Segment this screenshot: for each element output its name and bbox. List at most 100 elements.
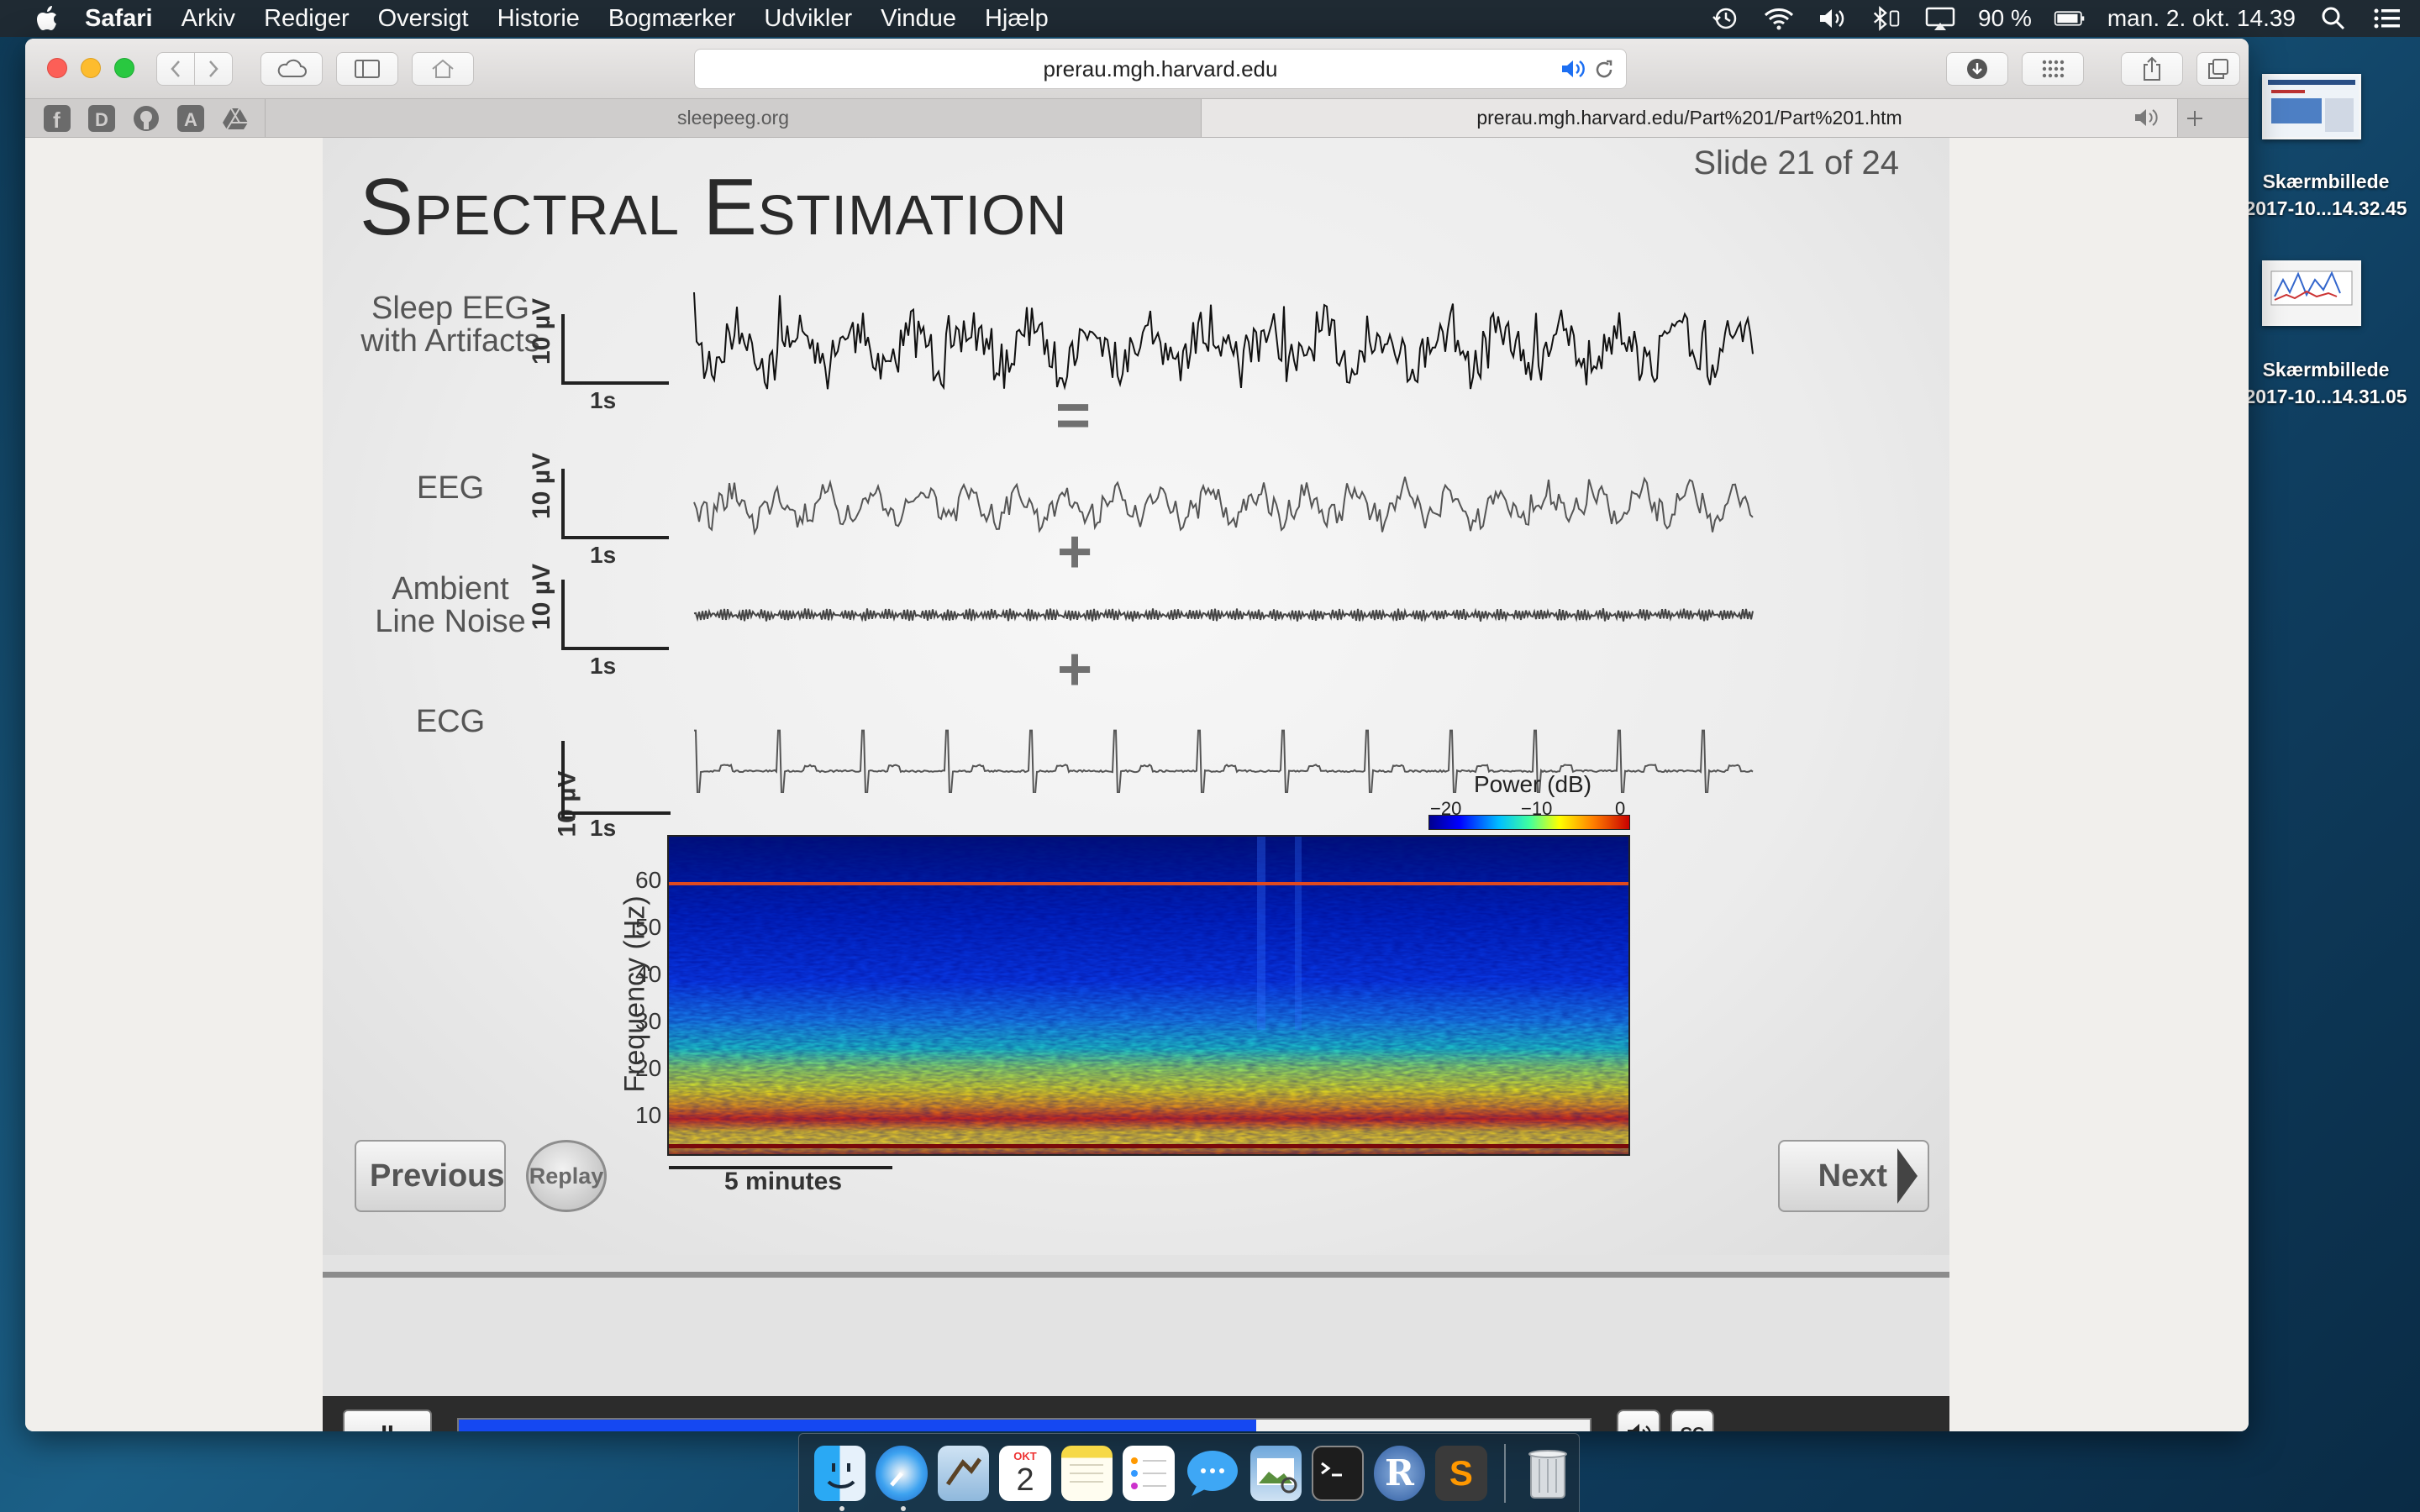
back-button[interactable] xyxy=(156,52,195,86)
ytick-50: 50 xyxy=(635,914,662,940)
trace-line-noise xyxy=(693,607,1754,622)
svg-text:A: A xyxy=(184,109,197,130)
menu-oversigt[interactable]: Oversigt xyxy=(364,0,483,37)
notification-center-icon[interactable] xyxy=(2371,6,2403,31)
colorbar xyxy=(1428,815,1630,830)
menu-app-name[interactable]: Safari xyxy=(71,0,167,37)
speaker-icon xyxy=(1628,1424,1651,1431)
new-tab-button[interactable] xyxy=(2177,99,2211,137)
terminal-icon[interactable] xyxy=(1312,1445,1364,1501)
ecg-scale-bar xyxy=(561,741,671,815)
menu-bar: Safari Arkiv Rediger Oversigt Historie B… xyxy=(0,0,2420,37)
safari-icon[interactable] xyxy=(876,1445,928,1511)
menubar-clock[interactable]: man. 2. okt. 14.39 xyxy=(2107,5,2296,32)
desktop-file-label-1[interactable]: Skærmbillede 2017-10...14.32.45 xyxy=(2232,168,2420,222)
cc-label: CC xyxy=(1681,1425,1705,1432)
a-icon[interactable]: A xyxy=(176,103,206,134)
show-all-tabs-button[interactable] xyxy=(2196,52,2240,86)
pause-button[interactable]: II xyxy=(343,1410,432,1431)
next-button[interactable]: Next xyxy=(1778,1140,1929,1212)
ytick-20: 20 xyxy=(635,1055,662,1081)
tab-prerau[interactable]: prerau.mgh.harvard.edu/Part%201/Part%201… xyxy=(1201,99,2177,137)
time-scalebar-label: 5 minutes xyxy=(724,1168,843,1195)
downloads-button[interactable] xyxy=(1946,52,2008,86)
spectrogram xyxy=(667,835,1630,1156)
sublime-letter: S xyxy=(1449,1452,1473,1493)
calendar-day: 2 xyxy=(1016,1462,1034,1498)
ecg-scale-time-label: 1s xyxy=(590,815,617,841)
volume-icon[interactable] xyxy=(1817,6,1849,31)
notes-icon[interactable] xyxy=(1060,1445,1113,1501)
page-content: Slide 21 of 24 Spectral Estimation Sleep… xyxy=(25,138,2249,1431)
minimize-window-button[interactable] xyxy=(81,58,101,78)
menu-vindue[interactable]: Vindue xyxy=(866,0,971,37)
facebook-icon[interactable]: f xyxy=(42,103,72,134)
airplay-icon[interactable] xyxy=(1924,6,1956,31)
menu-rediger[interactable]: Rediger xyxy=(250,0,364,37)
scale-voltage-label: 10 µV xyxy=(528,564,555,630)
time-machine-icon[interactable] xyxy=(1709,6,1741,31)
messages-icon[interactable] xyxy=(1185,1446,1240,1501)
share-button[interactable] xyxy=(2121,52,2183,86)
desktop-file-label-2[interactable]: Skærmbillede 2017-10...14.31.05 xyxy=(2232,356,2420,410)
menu-arkiv[interactable]: Arkiv xyxy=(167,0,250,37)
home-button[interactable] xyxy=(412,52,474,86)
drive-icon[interactable] xyxy=(220,103,250,134)
top-sites-button[interactable] xyxy=(2022,52,2084,86)
d-icon[interactable]: D xyxy=(87,103,117,134)
equals-operator: = xyxy=(1055,382,1092,449)
browser-toolbar: prerau.mgh.harvard.edu xyxy=(25,39,2249,99)
sidebar-toggle-button[interactable] xyxy=(336,52,398,86)
forward-button[interactable] xyxy=(194,52,233,86)
desktop-file-thumbnail-1[interactable] xyxy=(2262,74,2361,139)
menu-udvikler[interactable]: Udvikler xyxy=(750,0,866,37)
finder-icon[interactable] xyxy=(814,1445,866,1511)
closed-captions-button[interactable]: CC xyxy=(1670,1410,1714,1431)
calendar-month: OKT xyxy=(1013,1449,1037,1462)
ytick-40: 40 xyxy=(635,961,662,987)
colorbar-title: Power (dB) xyxy=(1474,771,1592,797)
desktop-file-thumbnail-2[interactable] xyxy=(2262,260,2361,326)
spotlight-search-icon[interactable] xyxy=(2317,6,2349,31)
volume-button[interactable] xyxy=(1617,1410,1660,1431)
bluetooth-battery-icon[interactable] xyxy=(1870,6,1902,31)
r-icon[interactable]: R xyxy=(1373,1445,1426,1501)
desktop-file-name-line2: 2017-10...14.31.05 xyxy=(2244,386,2407,407)
replay-label: Replay xyxy=(529,1163,604,1189)
trace-ecg xyxy=(694,729,1754,793)
menu-historie[interactable]: Historie xyxy=(483,0,594,37)
address-bar[interactable]: prerau.mgh.harvard.edu xyxy=(694,49,1627,89)
icloud-tabs-button[interactable] xyxy=(260,52,323,86)
replay-button[interactable]: Replay xyxy=(526,1140,607,1212)
tab-sleepeeg[interactable]: sleepeeg.org xyxy=(265,99,1201,137)
preview-icon[interactable] xyxy=(1249,1445,1302,1501)
calendar-icon[interactable]: OKT 2 xyxy=(999,1445,1051,1501)
menu-hjaelp[interactable]: Hjælp xyxy=(971,0,1063,37)
sublime-icon[interactable]: S xyxy=(1435,1445,1487,1501)
battery-icon[interactable] xyxy=(2054,6,2086,31)
previous-button[interactable]: Previous xyxy=(355,1140,506,1212)
close-window-button[interactable] xyxy=(47,58,67,78)
next-label: Next xyxy=(1818,1158,1887,1194)
mail-icon[interactable] xyxy=(937,1445,990,1501)
slide: Slide 21 of 24 Spectral Estimation Sleep… xyxy=(323,138,1949,1255)
dock-separator xyxy=(1503,1443,1506,1503)
menu-bogmaerker[interactable]: Bogmærker xyxy=(594,0,750,37)
scalebar-1: 10 µV 1s xyxy=(528,298,669,413)
plus-operator-2: + xyxy=(1057,636,1093,703)
apple-menu-icon[interactable] xyxy=(24,0,71,37)
svg-text:D: D xyxy=(95,109,108,130)
reload-icon[interactable] xyxy=(1592,58,1616,87)
tab-audio-icon[interactable] xyxy=(1560,58,1586,86)
dock: OKT 2 R S xyxy=(798,1433,1580,1512)
progress-fill xyxy=(459,1420,1256,1431)
progress-bar[interactable] xyxy=(457,1418,1591,1431)
desktop-file-name-line1: Skærmbillede xyxy=(2262,359,2390,381)
wifi-icon[interactable] xyxy=(1763,6,1795,31)
zoom-window-button[interactable] xyxy=(114,58,134,78)
ytick-30: 30 xyxy=(635,1008,662,1034)
tab-mute-icon[interactable] xyxy=(2133,108,2159,133)
trash-icon[interactable] xyxy=(1523,1446,1574,1501)
github-icon[interactable] xyxy=(131,103,161,134)
reminders-icon[interactable] xyxy=(1123,1445,1175,1501)
